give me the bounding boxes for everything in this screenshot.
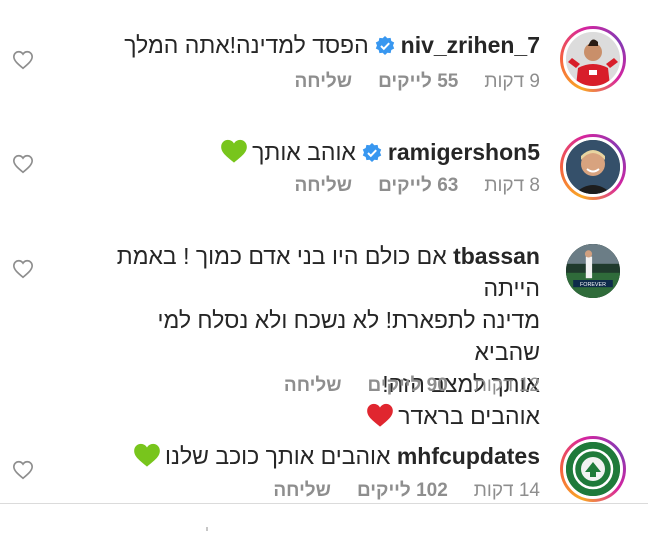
comment-text: אוהבים אותך כוכב שלנו: [165, 443, 391, 469]
player-red-jersey-avatar-icon: [563, 29, 623, 89]
reply-button[interactable]: שליחה: [284, 375, 342, 397]
bottom-divider: [0, 503, 648, 504]
reply-button[interactable]: שליחה: [294, 175, 352, 197]
verified-badge-icon: [362, 139, 382, 162]
reply-button[interactable]: שליחה: [294, 71, 352, 93]
comment-body: mhfcupdates אוהבים אותך כוכב שלנו: [110, 440, 540, 476]
comment-time: 9 דקות: [484, 71, 540, 92]
like-heart-icon[interactable]: [12, 258, 34, 280]
reply-button[interactable]: שליחה: [273, 480, 331, 502]
like-heart-icon[interactable]: [12, 459, 34, 481]
comment-text: הפסד למדינה!אתה המלך: [124, 32, 369, 58]
comment-body: tbassan אם כולם היו בני אדם כמוך ! באמת …: [110, 240, 540, 436]
comment-username[interactable]: niv_zrihen_7: [401, 32, 540, 58]
comment-body: niv_zrihen_7 הפסד למדינה!אתה המלך: [110, 29, 540, 61]
comment-time: 12 דקות: [473, 375, 540, 396]
comment-likes[interactable]: 55 לייקים: [378, 71, 458, 93]
comment-text: אוהב אותך: [252, 139, 356, 165]
comment-likes[interactable]: 90 לייקים: [368, 375, 448, 397]
club-crest-avatar-icon: [563, 439, 623, 499]
comment-meta: 8 דקות 63 לייקים שליחה: [294, 175, 540, 197]
svg-text:FOREVER: FOREVER: [580, 282, 606, 288]
comment-meta: 12 דקות 90 לייקים שליחה: [284, 375, 540, 397]
red-heart-icon: [366, 402, 394, 436]
comment-username[interactable]: ramigershon5: [388, 139, 540, 165]
user-avatar[interactable]: [560, 26, 626, 92]
comment-time: 8 דקות: [484, 175, 540, 196]
comment-time: 14 דקות: [473, 480, 540, 501]
green-heart-icon: [133, 442, 161, 476]
user-avatar[interactable]: [560, 436, 626, 502]
comment-text-line: מדינה לתפארת! לא נשכח ולא נסלח למי שהביא: [157, 307, 540, 365]
like-heart-icon[interactable]: [12, 49, 34, 71]
green-heart-icon: [220, 138, 248, 172]
user-avatar[interactable]: FOREVER: [560, 238, 626, 304]
like-heart-icon[interactable]: [12, 153, 34, 175]
comment-username[interactable]: mhfcupdates: [397, 443, 540, 469]
comment-meta: 14 דקות 102 לייקים שליחה: [273, 480, 540, 502]
comment-likes[interactable]: 63 לייקים: [378, 175, 458, 197]
comment-text-line: אוהבים בראדר: [398, 403, 540, 429]
verified-badge-icon: [375, 32, 395, 55]
user-avatar[interactable]: [560, 134, 626, 200]
comment-likes[interactable]: 102 לייקים: [357, 480, 448, 502]
stadium-forever-avatar-icon: FOREVER: [563, 241, 623, 301]
smiling-man-avatar-icon: [563, 137, 623, 197]
comment-body: ramigershon5 אוהב אותך: [110, 136, 540, 172]
comment-username[interactable]: tbassan: [453, 243, 540, 269]
scroll-indicator: [206, 527, 208, 531]
comment-meta: 9 דקות 55 לייקים שליחה: [294, 71, 540, 93]
